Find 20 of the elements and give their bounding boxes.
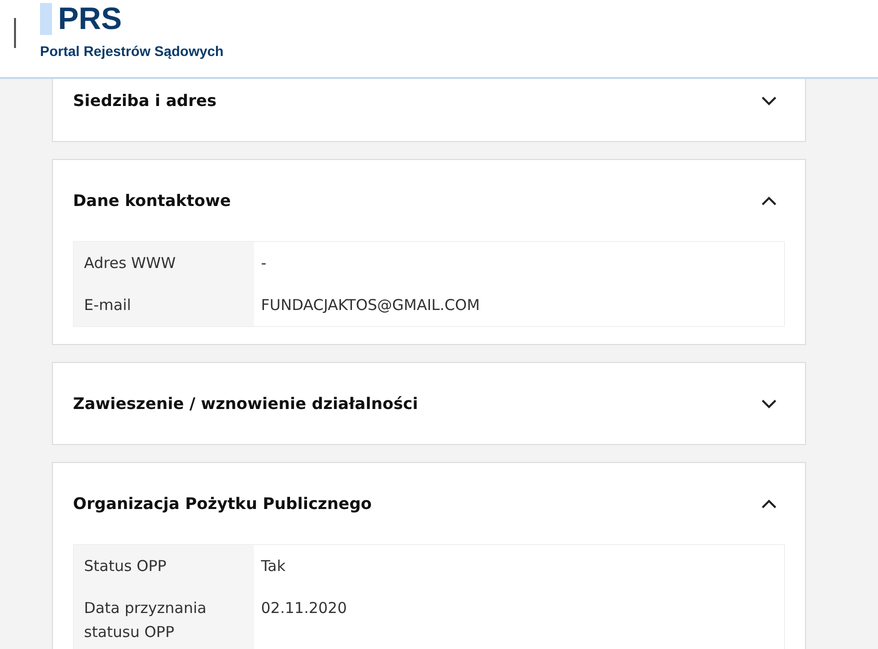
section-title: Siedziba i adres [73,90,216,112]
expand-chevron-icon[interactable] [761,96,777,106]
logo-text: PRS [58,3,122,35]
collapse-chevron-icon[interactable] [761,498,777,508]
expand-chevron-icon[interactable] [761,398,777,408]
field-value: Tak [260,556,287,577]
field-label: Adres WWW [74,242,254,284]
field-label: Data przyznania statusu OPP [74,587,254,649]
field-label: Status OPP [74,545,254,587]
field-label: E-mail [74,284,254,326]
field-value: FUNDACJAKTOS@GMAIL.COM [260,295,481,316]
logo-mark [40,3,52,35]
section-title: Zawieszenie / wznowienie działalności [73,392,418,414]
section-title: Organizacja Pożytku Publicznego [73,492,372,514]
logo-subtitle: Portal Rejestrów Sądowych [40,42,224,61]
divider-line [14,18,16,48]
field-value: - [260,253,268,274]
collapse-chevron-icon[interactable] [761,196,777,206]
field-value: 02.11.2020 [260,598,348,619]
section-title: Dane kontaktowe [73,190,231,212]
